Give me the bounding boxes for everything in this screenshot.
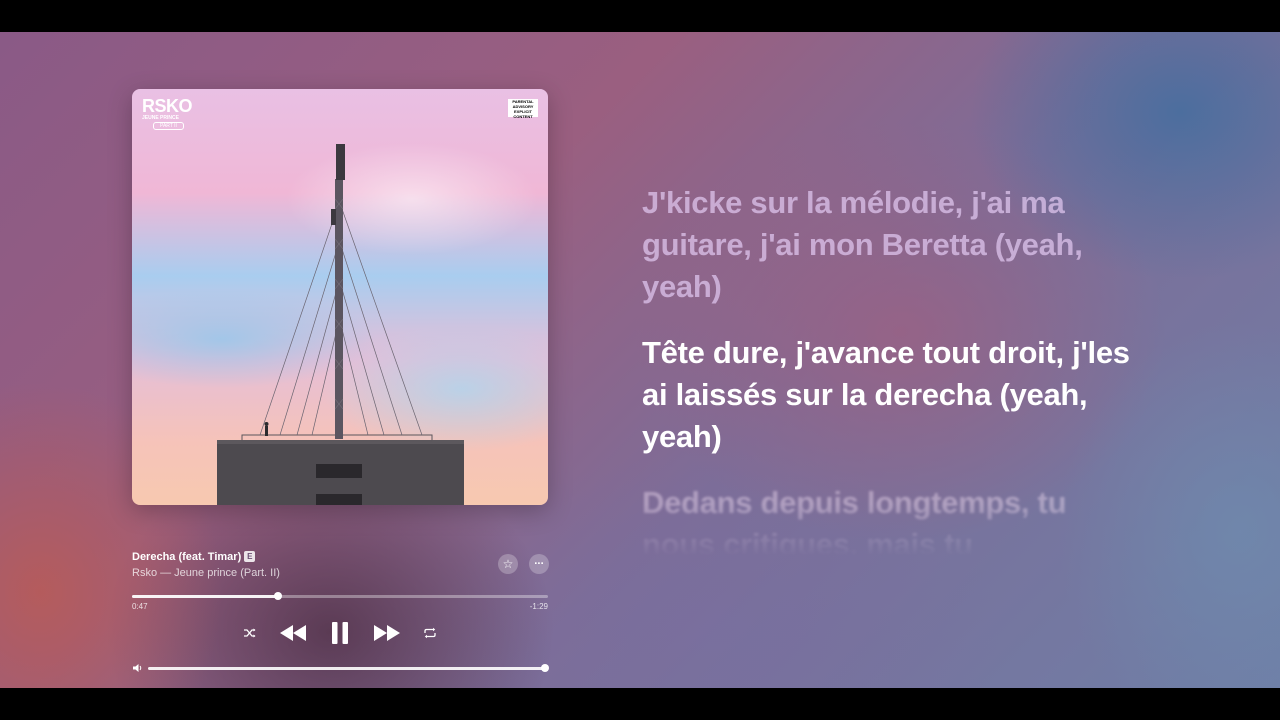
track-title-row: Derecha (feat. Timar) E (132, 551, 256, 563)
rewind-icon (280, 625, 306, 641)
ellipsis-icon: ··· (534, 558, 544, 570)
album-artwork-illustration (217, 144, 464, 505)
favorite-button[interactable]: ☆ (498, 554, 518, 574)
track-title: Derecha (feat. Timar) (132, 551, 242, 563)
album-art-subtitle: JEUNE PRINCE (142, 115, 179, 121)
album-art-part-label: PART II (153, 122, 184, 130)
shuffle-icon (244, 628, 256, 638)
pause-icon (332, 622, 348, 644)
more-options-button[interactable]: ··· (529, 554, 549, 574)
pause-button[interactable] (329, 620, 351, 646)
lyrics-panel: J'kicke sur la mélodie, j'ai ma guitare,… (642, 182, 1142, 580)
album-artwork: RSKO JEUNE PRINCE PART II PARENTAL ADVIS… (132, 89, 548, 505)
volume-slider-knob[interactable] (541, 664, 549, 672)
star-icon: ☆ (502, 557, 514, 571)
lyric-line-past[interactable]: J'kicke sur la mélodie, j'ai ma guitare,… (642, 182, 1142, 308)
letterbox-top (0, 0, 1280, 32)
next-track-button[interactable] (372, 622, 402, 644)
previous-track-button[interactable] (278, 622, 308, 644)
shuffle-button[interactable] (242, 625, 258, 641)
playback-progress-fill (132, 595, 278, 598)
track-artist-album[interactable]: Rsko — Jeune prince (Part. II) (132, 567, 280, 579)
album-art-logo: RSKO (142, 96, 193, 116)
playback-progress-knob[interactable] (273, 592, 282, 600)
letterbox-bottom (0, 688, 1280, 720)
repeat-button[interactable] (422, 625, 438, 641)
repeat-icon (424, 627, 436, 639)
speaker-icon (133, 664, 142, 672)
volume-slider[interactable] (148, 664, 549, 672)
explicit-badge: E (244, 551, 256, 562)
time-elapsed: 0:47 (132, 602, 148, 611)
playback-progress-slider[interactable] (132, 592, 548, 600)
lyric-line-upcoming[interactable]: Dedans depuis longtemps, tu nous critiqu… (642, 482, 1142, 556)
fast-forward-icon (374, 625, 400, 641)
parental-advisory-label: PARENTAL ADVISORY EXPLICIT CONTENT (508, 99, 538, 119)
now-playing-view: RSKO JEUNE PRINCE PART II PARENTAL ADVIS… (0, 32, 1280, 688)
lyric-line-current[interactable]: Tête dure, j'avance tout droit, j'les ai… (642, 332, 1142, 458)
time-remaining: -1:29 (529, 602, 548, 611)
